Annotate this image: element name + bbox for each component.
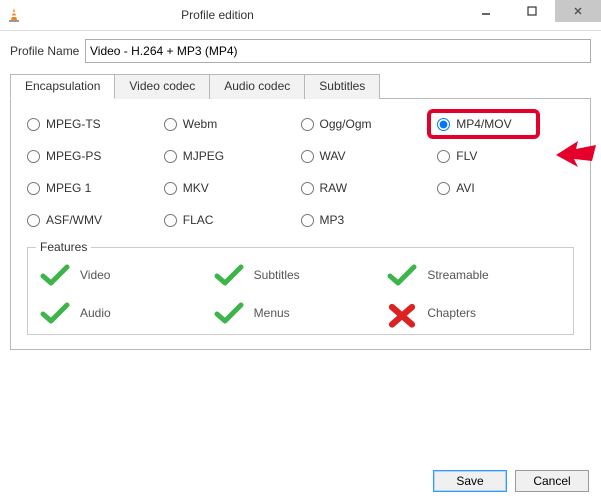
maximize-button[interactable] [509, 0, 555, 22]
feature-streamable: Streamable [387, 264, 561, 286]
tab-audio-codec[interactable]: Audio codec [209, 74, 305, 99]
radio-mp3[interactable]: MP3 [301, 213, 438, 227]
radio-webm[interactable]: Webm [164, 117, 301, 131]
radio-flac[interactable]: FLAC [164, 213, 301, 227]
window-title: Profile edition [0, 8, 463, 22]
check-icon [387, 264, 417, 286]
feature-chapters: Chapters [387, 302, 561, 324]
profile-name-row: Profile Name [10, 39, 591, 63]
save-button[interactable]: Save [433, 470, 507, 492]
check-icon [40, 264, 70, 286]
radio-mp4-mov[interactable]: MP4/MOV [437, 117, 511, 131]
radio-mpeg-ps[interactable]: MPEG-PS [27, 149, 164, 163]
profile-edition-window: Profile edition Profile Name Encapsul [0, 0, 601, 502]
radio-mp4-mov-highlighted: MP4/MOV [437, 117, 574, 131]
close-button[interactable] [555, 0, 601, 22]
titlebar: Profile edition [0, 0, 601, 31]
radio-raw[interactable]: RAW [301, 181, 438, 195]
encapsulation-radio-grid: MPEG-TS Webm Ogg/Ogm MP4/MOV MPEG-PS MJP… [27, 117, 574, 227]
radio-mjpeg[interactable]: MJPEG [164, 149, 301, 163]
radio-mkv[interactable]: MKV [164, 181, 301, 195]
radio-asf-wmv[interactable]: ASF/WMV [27, 213, 164, 227]
tab-bar: Encapsulation Video codec Audio codec Su… [10, 74, 591, 99]
features-group: Features Video Subtitles Streamable [27, 247, 574, 335]
annotation-highlight-box: MP4/MOV [427, 109, 539, 139]
check-icon [40, 302, 70, 324]
radio-flv[interactable]: FLV [437, 149, 574, 163]
tab-encapsulation[interactable]: Encapsulation [10, 74, 115, 99]
tab-panel-encapsulation: MPEG-TS Webm Ogg/Ogm MP4/MOV MPEG-PS MJP… [10, 98, 591, 350]
feature-audio: Audio [40, 302, 214, 324]
window-controls [463, 0, 601, 30]
feature-video: Video [40, 264, 214, 286]
radio-ogg[interactable]: Ogg/Ogm [301, 117, 438, 131]
tab-video-codec[interactable]: Video codec [114, 74, 210, 99]
check-icon [214, 264, 244, 286]
feature-menus: Menus [214, 302, 388, 324]
tab-subtitles[interactable]: Subtitles [304, 74, 380, 99]
content-area: Profile Name Encapsulation Video codec A… [0, 31, 601, 360]
profile-name-label: Profile Name [10, 44, 85, 58]
feature-subtitles: Subtitles [214, 264, 388, 286]
radio-avi[interactable]: AVI [437, 181, 574, 195]
features-grid: Video Subtitles Streamable Audio [40, 264, 561, 324]
dialog-buttons: Save Cancel [433, 470, 589, 492]
features-legend: Features [36, 240, 91, 254]
radio-wav[interactable]: WAV [301, 149, 438, 163]
profile-name-input[interactable] [85, 39, 591, 63]
minimize-button[interactable] [463, 0, 509, 22]
check-icon [214, 302, 244, 324]
cancel-button[interactable]: Cancel [515, 470, 589, 492]
radio-mpeg-1[interactable]: MPEG 1 [27, 181, 164, 195]
cross-icon [387, 302, 417, 324]
radio-mpeg-ts[interactable]: MPEG-TS [27, 117, 164, 131]
